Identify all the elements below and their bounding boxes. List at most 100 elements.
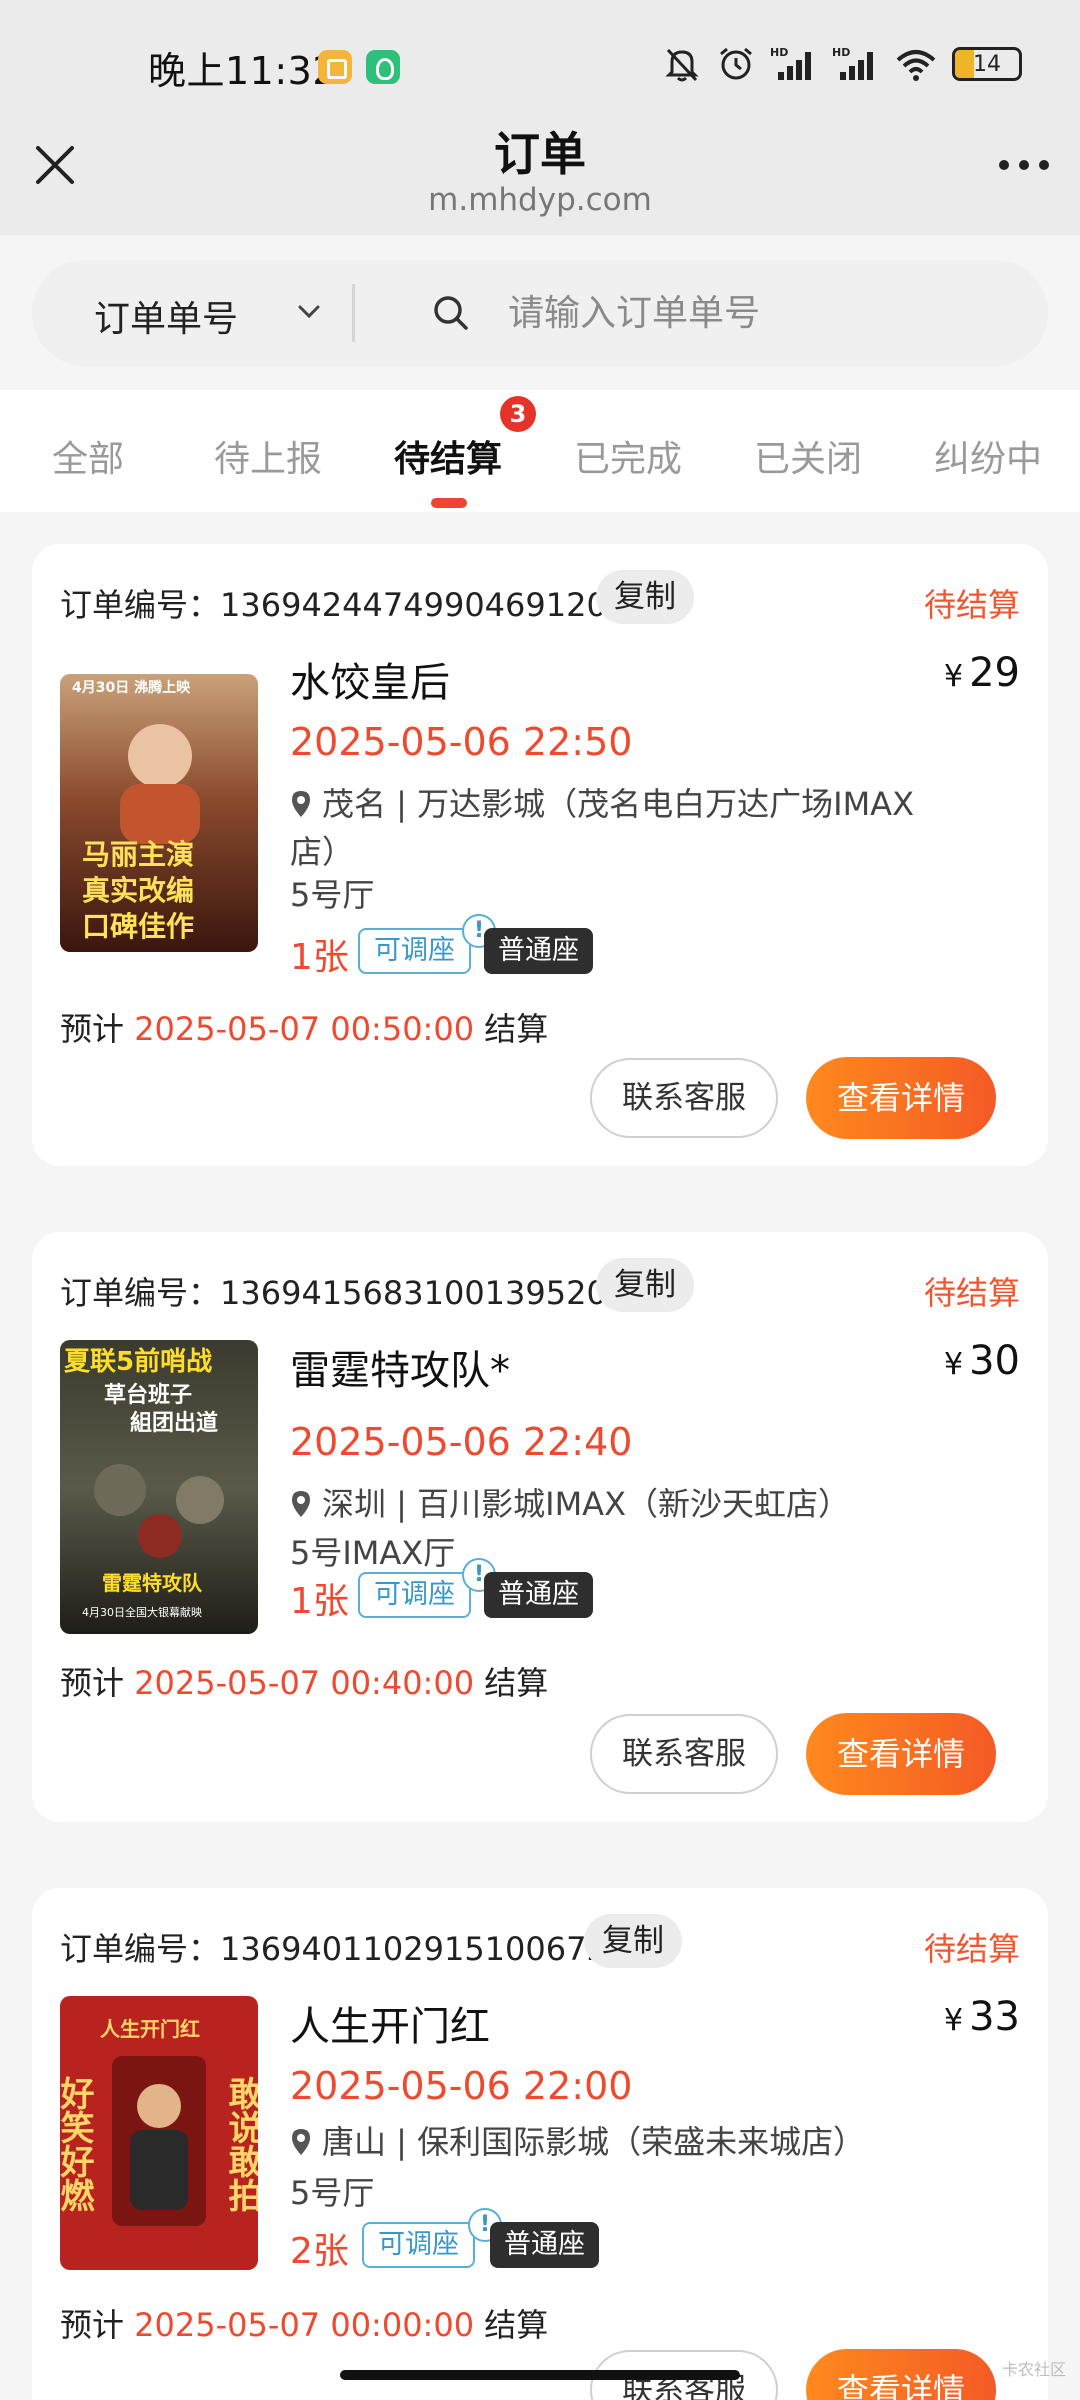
order-price: ¥30 — [944, 1338, 1020, 1384]
movie-title: 水饺皇后 — [290, 660, 450, 706]
tab-completed[interactable]: 已完成 — [574, 430, 682, 482]
battery-icon: 14 — [952, 47, 1022, 81]
signal-hd-icon-1: HD — [770, 46, 811, 80]
copy-button[interactable]: 复制 — [584, 1914, 682, 1968]
tab-pending-report[interactable]: 待上报 — [214, 430, 322, 482]
tab-dispute[interactable]: 纠纷中 — [934, 430, 1042, 482]
mute-bell-icon — [665, 48, 699, 82]
order-number: 订单编号：1369415683100139520 — [60, 1274, 607, 1312]
shield-app-icon — [366, 50, 400, 84]
adjustable-seat-tag: 可调座 — [358, 928, 471, 974]
alarm-icon — [720, 47, 752, 80]
movie-title: 雷霆特攻队* — [290, 1348, 510, 1394]
hall-name: 5号IMAX厅 — [290, 1534, 456, 1572]
order-status: 待结算 — [923, 586, 1020, 624]
view-details-button[interactable]: 查看详情 — [806, 1713, 996, 1795]
settle-time: 2025-05-07 00:40:00 — [134, 1664, 475, 1702]
page-header: 订单 m.mhdyp.com — [0, 110, 1080, 235]
movie-poster[interactable]: 4月30日 沸腾上映 马丽主演 真实改编 口碑佳作 — [60, 674, 258, 952]
price-value: 33 — [969, 1994, 1020, 2040]
tab-pending-settlement[interactable]: 待结算 — [394, 430, 502, 482]
location-pin-icon — [292, 791, 310, 817]
settle-time: 2025-05-07 00:50:00 — [134, 1010, 475, 1048]
view-details-button[interactable]: 查看详情 — [806, 2349, 996, 2400]
watermark: 卡农社区 — [1001, 2360, 1066, 2379]
movie-title: 人生开门红 — [290, 2004, 490, 2050]
currency-symbol: ¥ — [944, 1347, 964, 1382]
price-value: 30 — [969, 1338, 1020, 1384]
search-input[interactable] — [508, 280, 1008, 346]
location-pin-icon — [292, 1491, 310, 1517]
poster-text: 口碑佳作 — [82, 910, 194, 943]
poster-text: 敢说敢拍 — [222, 2076, 258, 2212]
currency-symbol: ¥ — [944, 2003, 964, 2038]
order-status: 待结算 — [923, 1274, 1020, 1312]
order-number: 订单编号：1369401102915100672 — [60, 1930, 607, 1968]
settle-prefix: 预计 — [60, 1010, 125, 1048]
poster-text: 組团出道 — [130, 1410, 218, 1436]
status-icons: HD HD 14 — [662, 44, 1022, 84]
search-icon — [434, 296, 468, 330]
hall-name: 5号厅 — [290, 2174, 375, 2212]
settle-suffix: 结算 — [484, 2306, 549, 2344]
location-text: 唐山 | 保利国际影城（荣盛未来城店） — [322, 2123, 866, 2161]
status-tabs: 全部 待上报 待结算 已完成 已关闭 纠纷中 — [0, 390, 1080, 512]
order-status: 待结算 — [923, 1930, 1020, 1968]
adjustable-seat-tag: 可调座 — [362, 2222, 475, 2268]
ticket-count: 2张 — [290, 2231, 349, 2272]
tab-badge-count: 3 — [500, 396, 536, 432]
order-card: 订单编号：1369401102915100672 复制 待结算 人生开门红 好笑… — [32, 1888, 1048, 2400]
settle-prefix: 预计 — [60, 2306, 125, 2344]
settlement-estimate: 预计 2025-05-07 00:00:00 结算 — [60, 2300, 548, 2346]
order-card: 订单编号：1369415683100139520 复制 待结算 夏联5前哨战 草… — [32, 1232, 1048, 1822]
contact-service-button[interactable]: 联系客服 — [590, 1058, 778, 1138]
page-title: 订单 — [494, 127, 586, 181]
hall-name: 5号厅 — [290, 876, 375, 914]
movie-poster[interactable]: 夏联5前哨战 草台班子 組团出道 雷霆特攻队 4月30日全国大银幕献映 — [60, 1340, 258, 1634]
more-options-icon[interactable] — [994, 150, 1054, 180]
poster-text: 真实改编 — [82, 874, 194, 907]
cinema-location: 茂名 | 万达影城（茂名电白万达广场IMAX店） — [290, 780, 950, 876]
search-type-select[interactable]: 订单单号 — [94, 290, 238, 342]
ticket-count: 1张 — [290, 937, 349, 978]
seat-type-tag: 普通座 — [484, 928, 593, 974]
poster-text: 马丽主演 — [82, 838, 194, 871]
cinema-location: 唐山 | 保利国际影城（荣盛未来城店） — [290, 2118, 950, 2166]
tab-all[interactable]: 全部 — [52, 430, 124, 482]
location-pin-icon — [292, 2129, 310, 2155]
view-details-button[interactable]: 查看详情 — [806, 1057, 996, 1139]
showtime: 2025-05-06 22:00 — [290, 2064, 633, 2108]
poster-text: 4月30日 沸腾上映 — [72, 679, 191, 696]
settle-suffix: 结算 — [484, 1664, 549, 1702]
copy-button[interactable]: 复制 — [596, 570, 694, 624]
order-number: 订单编号：1369424474990469120 — [60, 586, 607, 624]
poster-text: 好笑好燃 — [60, 2076, 95, 2212]
chevron-down-icon[interactable] — [294, 300, 324, 324]
svg-text:HD: HD — [770, 46, 788, 59]
contact-service-button[interactable]: 联系客服 — [590, 1714, 778, 1794]
settlement-estimate: 预计 2025-05-07 00:50:00 结算 — [60, 1004, 548, 1050]
price-value: 29 — [969, 650, 1020, 696]
ticket-count: 1张 — [290, 1581, 349, 1622]
order-card: 订单编号：1369424474990469120 复制 待结算 4月30日 沸腾… — [32, 544, 1048, 1166]
settle-time: 2025-05-07 00:00:00 — [134, 2306, 475, 2344]
settle-prefix: 预计 — [60, 1664, 125, 1702]
wifi-icon — [896, 50, 936, 81]
tab-closed[interactable]: 已关闭 — [754, 430, 862, 482]
page-url: m.mhdyp.com — [428, 182, 652, 218]
showtime: 2025-05-06 22:40 — [290, 1420, 633, 1464]
location-text: 茂名 | 万达影城（茂名电白万达广场IMAX店） — [290, 785, 914, 871]
signal-hd-icon-2: HD — [832, 46, 873, 80]
status-time: 晚上11:32 — [148, 49, 338, 93]
notification-app-icon — [318, 50, 352, 84]
home-indicator[interactable] — [340, 2370, 740, 2380]
poster-text: 夏联5前哨战 — [64, 1346, 212, 1377]
order-price: ¥33 — [944, 1994, 1020, 2040]
currency-symbol: ¥ — [944, 659, 964, 694]
adjustable-seat-tag: 可调座 — [358, 1572, 471, 1618]
movie-poster[interactable]: 人生开门红 好笑好燃 敢说敢拍 — [60, 1996, 258, 2270]
settle-suffix: 结算 — [484, 1010, 549, 1048]
search-divider — [352, 284, 355, 342]
poster-text: 人生开门红 — [100, 2017, 200, 2041]
copy-button[interactable]: 复制 — [596, 1258, 694, 1312]
